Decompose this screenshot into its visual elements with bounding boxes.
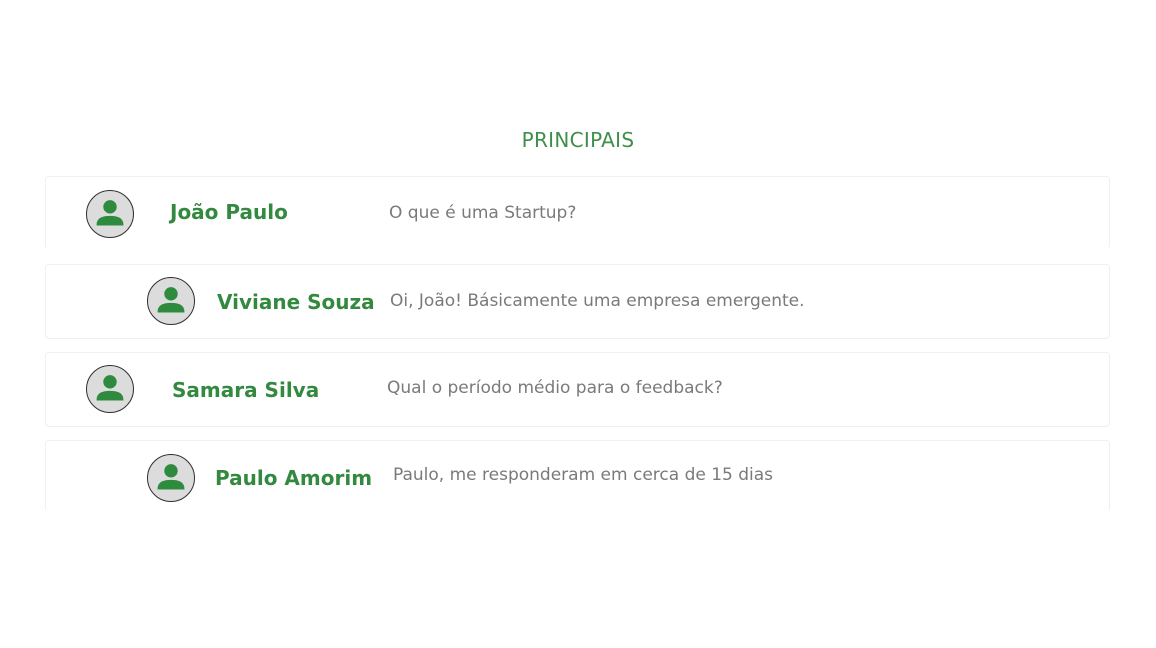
- user-icon: [157, 464, 185, 490]
- avatar: [147, 454, 195, 502]
- comment-card: Samara Silva Qual o período médio para o…: [45, 352, 1110, 427]
- comment-author[interactable]: Viviane Souza: [217, 290, 375, 314]
- comment-message: Oi, João! Básicamente uma empresa emerge…: [390, 291, 805, 311]
- user-icon: [96, 200, 124, 226]
- comment-author[interactable]: Samara Silva: [172, 378, 319, 402]
- user-icon: [96, 375, 124, 401]
- avatar: [147, 277, 195, 325]
- comment-message: O que é uma Startup?: [389, 203, 577, 223]
- comment-card-reply: Viviane Souza Oi, João! Básicamente uma …: [45, 264, 1110, 339]
- user-icon: [157, 287, 185, 313]
- comment-author[interactable]: Paulo Amorim: [215, 466, 372, 490]
- comment-card-reply: Paulo Amorim Paulo, me responderam em ce…: [45, 440, 1110, 512]
- comment-message: Paulo, me responderam em cerca de 15 dia…: [393, 465, 774, 485]
- comment-message: Qual o período médio para o feedback?: [387, 378, 723, 398]
- comment-card: João Paulo O que é uma Startup?: [45, 176, 1110, 249]
- section-title: PRINCIPAIS: [521, 128, 635, 152]
- comment-author[interactable]: João Paulo: [170, 200, 288, 224]
- avatar: [86, 190, 134, 238]
- avatar: [86, 365, 134, 413]
